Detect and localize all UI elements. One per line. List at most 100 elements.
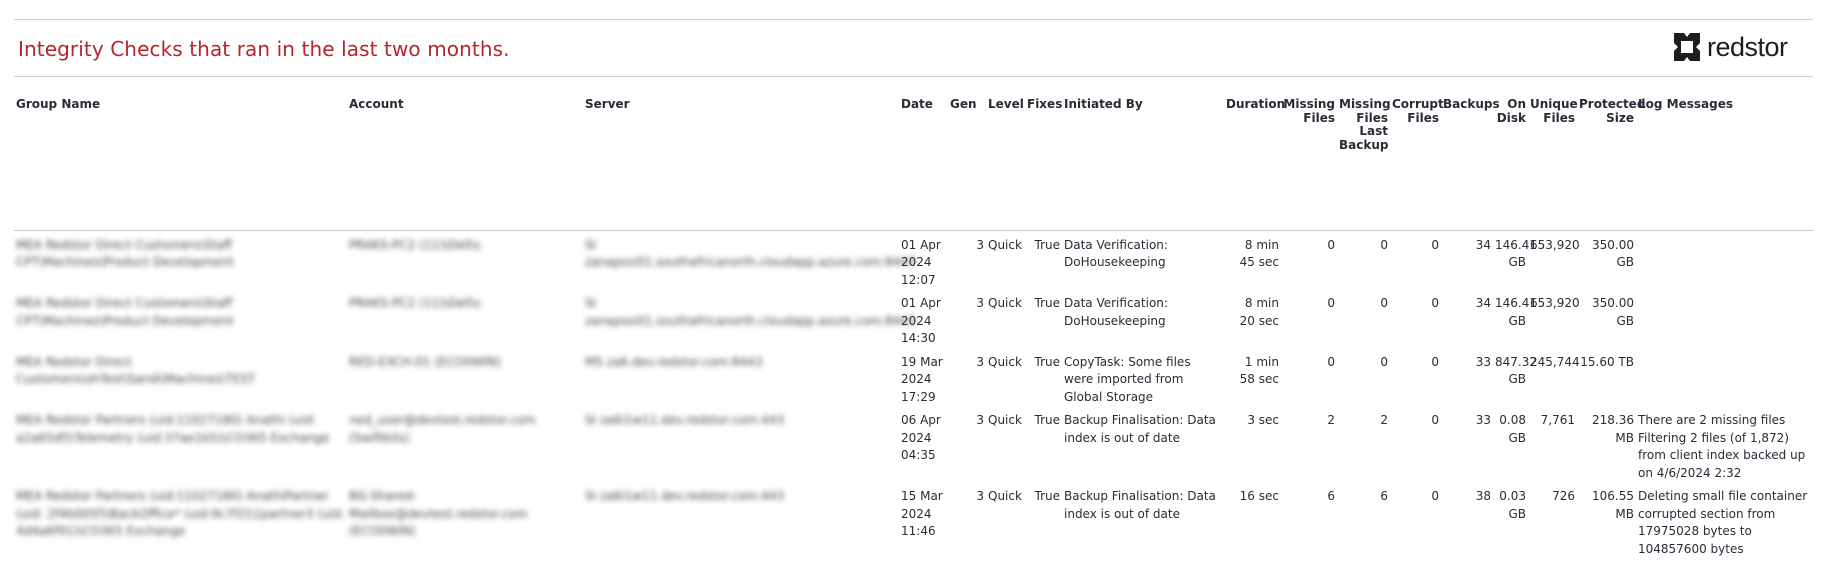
cell-gen: 3 — [976, 489, 984, 503]
cell-fixes: True — [1034, 413, 1061, 427]
table-row: MEA Redstor Partners (uid:11027180) Anat… — [14, 406, 1814, 482]
cell-date: 19 Mar 2024 17:29 — [901, 354, 943, 404]
cell-group: MEA Redstor Partners (uid:11027180) Anat… — [16, 489, 345, 538]
cell-fixes: True — [1034, 354, 1061, 369]
table-row: MEA Redstor Direct Customers\ohTest\Sand… — [14, 348, 1814, 407]
cell-date: 06 Apr 2024 04:35 — [901, 413, 941, 462]
cell-fixes: True — [1034, 489, 1061, 503]
cell-backups: 34 — [1475, 296, 1491, 310]
cell-server: SI za6i1w11.dev.redstor.com:443 — [585, 489, 785, 503]
cell-duration: 3 sec — [1247, 413, 1279, 427]
cell-on-disk: 146.41 GB — [1495, 237, 1537, 270]
cell-log-messages: There are 2 missing files Filtering 2 fi… — [1638, 413, 1806, 480]
cell-level: Quick — [988, 413, 1022, 427]
cell-missing-last-backup: 0 — [1380, 237, 1388, 252]
cell-protected-size: 350.00 GB — [1592, 296, 1634, 328]
cell-missing-last-backup: 0 — [1380, 296, 1388, 310]
cell-account: PRAKS-PC2 (11)\Dell\c — [349, 296, 482, 310]
cell-server: SI zanapssi01.southafricanorth.cloudapp.… — [585, 296, 916, 328]
cell-gen: 3 — [976, 413, 984, 427]
cell-protected-size: 106.55 MB — [1592, 489, 1634, 521]
cell-level: Quick — [988, 237, 1022, 252]
col-backups[interactable]: Backups — [1441, 97, 1500, 164]
col-initiated-by[interactable]: Initiated By — [1062, 97, 1224, 164]
col-group-name[interactable]: Group Name — [14, 97, 347, 164]
cell-log-messages: Deleting small file container corrupted … — [1638, 489, 1808, 556]
cell-missing-files: 6 — [1327, 489, 1335, 503]
col-level[interactable]: Level — [986, 97, 1025, 164]
cell-unique-files: 726 — [1552, 489, 1575, 503]
cell-initiated-by: Data Verification: DoHousekeeping — [1064, 296, 1168, 328]
cell-gen: 3 — [976, 354, 984, 369]
cell-initiated-by: Data Verification: DoHousekeeping — [1064, 237, 1168, 270]
redstor-logo-text: redstor — [1707, 31, 1788, 62]
cell-unique-files: 245,744 — [1530, 354, 1580, 369]
cell-date: 15 Mar 2024 11:46 — [901, 489, 943, 538]
cell-log-messages — [1636, 230, 1814, 289]
cell-duration: 8 min 20 sec — [1239, 296, 1279, 328]
col-unique-files[interactable]: Unique Files — [1528, 97, 1578, 164]
cell-corrupt-files: 0 — [1431, 296, 1439, 310]
cell-gen: 3 — [976, 237, 984, 252]
cell-log-messages — [1636, 289, 1814, 348]
cell-group: MEA Redstor Direct Customers\ohTest\Sand… — [16, 354, 256, 387]
table-row: MEA Redstor Partners (uid:11027180) Anat… — [14, 482, 1814, 567]
cell-gen: 3 — [976, 296, 984, 310]
cell-missing-files: 0 — [1327, 237, 1335, 252]
cell-corrupt-files: 0 — [1431, 354, 1439, 369]
cell-group: MEA Redstor Direct Customers\Staff CPT\M… — [16, 237, 234, 270]
top-divider — [14, 19, 1813, 20]
cell-initiated-by: CopyTask: Some files were imported from … — [1064, 354, 1191, 404]
cell-unique-files: 653,920 — [1530, 296, 1580, 310]
cell-account: ned_user@devtest.redstor.com (Swiftbits) — [349, 413, 536, 445]
report-title: Integrity Checks that ran in the last tw… — [18, 37, 510, 61]
cell-fixes: True — [1034, 237, 1061, 252]
cell-corrupt-files: 0 — [1431, 413, 1439, 427]
cell-server: SI zanapssi01.southafricanorth.cloudapp.… — [585, 237, 916, 270]
cell-unique-files: 7,761 — [1540, 413, 1575, 427]
cell-protected-size: 350.00 GB — [1592, 237, 1634, 270]
table-row: MEA Redstor Direct Customers\Staff CPT\M… — [14, 289, 1814, 348]
cell-initiated-by: Backup Finalisation: Data index is out o… — [1064, 489, 1216, 521]
col-fixes[interactable]: Fixes — [1025, 97, 1062, 164]
cell-backups: 33 — [1475, 413, 1491, 427]
cell-fixes: True — [1034, 296, 1061, 310]
cell-group: MEA Redstor Direct Customers\Staff CPT\M… — [16, 296, 234, 328]
cell-missing-files: 0 — [1327, 354, 1335, 369]
col-gen[interactable]: Gen — [948, 97, 986, 164]
col-missing-files[interactable]: Missing Files — [1281, 97, 1337, 164]
redstor-logo-icon — [1674, 33, 1700, 61]
cell-unique-files: 653,920 — [1530, 237, 1580, 252]
cell-backups: 34 — [1475, 237, 1491, 252]
cell-account: PRAKS-PC2 (11)\Dell\c — [349, 237, 482, 252]
integrity-checks-table: Group Name Account Server Date Gen Level… — [14, 97, 1814, 567]
col-missing-last-backup[interactable]: Missing Files Last Backup — [1337, 97, 1391, 164]
cell-on-disk: 0.08 GB — [1499, 413, 1526, 445]
redstor-logo: redstor — [1670, 30, 1788, 64]
cell-corrupt-files: 0 — [1431, 489, 1439, 503]
cell-on-disk: 0.03 GB — [1499, 489, 1526, 521]
cell-account: RED-EXCH-01 (ECO0WIN) — [349, 354, 502, 369]
header-divider — [14, 76, 1813, 77]
cell-level: Quick — [988, 354, 1022, 369]
cell-backups: 38 — [1475, 489, 1491, 503]
header-row: Group Name Account Server Date Gen Level… — [14, 97, 1814, 164]
col-corrupt-files[interactable]: Corrupt Files — [1390, 97, 1444, 164]
col-date[interactable]: Date — [899, 97, 948, 164]
cell-missing-last-backup: 2 — [1380, 413, 1388, 427]
cell-missing-files: 0 — [1327, 296, 1335, 310]
cell-missing-files: 2 — [1327, 413, 1335, 427]
cell-missing-last-backup: 0 — [1380, 354, 1388, 369]
cell-on-disk: 847.32 GB — [1495, 354, 1537, 387]
col-server[interactable]: Server — [583, 97, 899, 164]
cell-level: Quick — [988, 296, 1022, 310]
cell-account: BG-Shared-Mailbox@devtest.redstor.com (E… — [349, 489, 528, 538]
col-log-messages[interactable]: Log Messages — [1636, 97, 1814, 164]
cell-missing-last-backup: 6 — [1380, 489, 1388, 503]
cell-log-messages — [1636, 348, 1814, 407]
col-duration[interactable]: Duration — [1224, 97, 1285, 164]
col-protected-size[interactable]: Protected Size — [1577, 97, 1645, 164]
cell-duration: 1 min 58 sec — [1239, 354, 1279, 387]
col-account[interactable]: Account — [347, 97, 583, 164]
cell-group: MEA Redstor Partners (uid:11027180) Anat… — [16, 413, 330, 445]
